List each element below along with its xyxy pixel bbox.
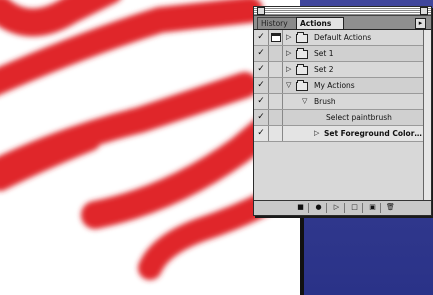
play-icon[interactable]: ▷	[332, 203, 341, 212]
close-icon[interactable]	[257, 7, 265, 15]
divider	[380, 203, 381, 213]
palette-scrollbar[interactable]	[423, 30, 431, 200]
action-set-label: Default Actions	[314, 33, 372, 42]
dialog-toggle[interactable]	[269, 126, 283, 141]
command-label: Set Foreground Color…	[324, 129, 422, 138]
folder-icon	[296, 48, 308, 59]
trash-icon[interactable]: 🗑	[386, 203, 395, 212]
action-set-row[interactable]: ✓ ▷ Set 1	[254, 46, 424, 62]
command-label: Select paintbrush	[326, 113, 392, 122]
dialog-toggle[interactable]	[269, 30, 283, 45]
expand-triangle-icon[interactable]: ▷	[286, 62, 291, 77]
expand-triangle-icon[interactable]: ▷	[286, 46, 291, 61]
divider	[344, 203, 345, 213]
collapse-triangle-icon[interactable]: ▽	[302, 94, 307, 109]
dialog-toggle[interactable]	[269, 110, 283, 125]
divider	[308, 203, 309, 213]
palette-menu-icon[interactable]: ▸	[415, 18, 426, 29]
action-set-label: Set 2	[314, 65, 334, 74]
record-icon[interactable]: ●	[314, 203, 323, 212]
folder-icon	[296, 32, 308, 43]
divider	[362, 203, 363, 213]
dialog-toggle[interactable]	[269, 46, 283, 61]
action-set-label: Set 1	[314, 49, 334, 58]
toggle-checkmark-icon[interactable]: ✓	[254, 78, 269, 93]
stop-icon[interactable]: ■	[296, 203, 305, 212]
window-edge	[300, 214, 304, 295]
brush-stroke-top	[0, 0, 120, 37]
palette-button-bar: ■ ● ▷ □ ▣ 🗑	[254, 200, 431, 215]
collapse-triangle-icon[interactable]: ▽	[286, 78, 291, 93]
action-set-label: My Actions	[314, 81, 355, 90]
tab-actions[interactable]: Actions	[296, 17, 344, 29]
toggle-checkmark-icon[interactable]: ✓	[254, 94, 269, 109]
palette-tabs: History Actions ▸	[254, 16, 431, 30]
toggle-checkmark-icon[interactable]: ✓	[254, 62, 269, 77]
divider	[326, 203, 327, 213]
expand-triangle-icon[interactable]: ▷	[286, 30, 291, 45]
new-action-icon[interactable]: ▣	[368, 203, 377, 212]
toggle-checkmark-icon[interactable]: ✓	[254, 46, 269, 61]
action-set-row[interactable]: ✓ ▷ Default Actions	[254, 30, 424, 46]
dialog-icon	[271, 33, 281, 42]
actions-palette[interactable]: History Actions ▸ ✓ ▷ Default Actions ✓ …	[253, 6, 432, 216]
dialog-toggle[interactable]	[269, 94, 283, 109]
actions-list: ✓ ▷ Default Actions ✓ ▷ Set 1 ✓ ▷ Set 2 …	[254, 30, 431, 200]
dialog-toggle[interactable]	[269, 62, 283, 77]
new-set-icon[interactable]: □	[350, 203, 359, 212]
action-label: Brush	[314, 97, 336, 106]
toggle-checkmark-icon[interactable]: ✓	[254, 110, 269, 125]
command-row[interactable]: ✓ Select paintbrush	[254, 110, 424, 126]
folder-icon	[296, 80, 308, 91]
tab-history[interactable]: History	[257, 17, 298, 29]
toggle-checkmark-icon[interactable]: ✓	[254, 126, 269, 141]
expand-triangle-icon[interactable]: ▷	[314, 126, 319, 141]
action-row[interactable]: ✓ ▽ Brush	[254, 94, 424, 110]
palette-titlebar[interactable]	[254, 7, 431, 16]
action-set-row[interactable]: ✓ ▽ My Actions	[254, 78, 424, 94]
toggle-checkmark-icon[interactable]: ✓	[254, 30, 269, 45]
command-row[interactable]: ✓ ▷ Set Foreground Color…	[254, 126, 424, 142]
zoom-icon[interactable]	[420, 7, 428, 15]
action-set-row[interactable]: ✓ ▷ Set 2	[254, 62, 424, 78]
folder-icon	[296, 64, 308, 75]
dialog-toggle[interactable]	[269, 78, 283, 93]
